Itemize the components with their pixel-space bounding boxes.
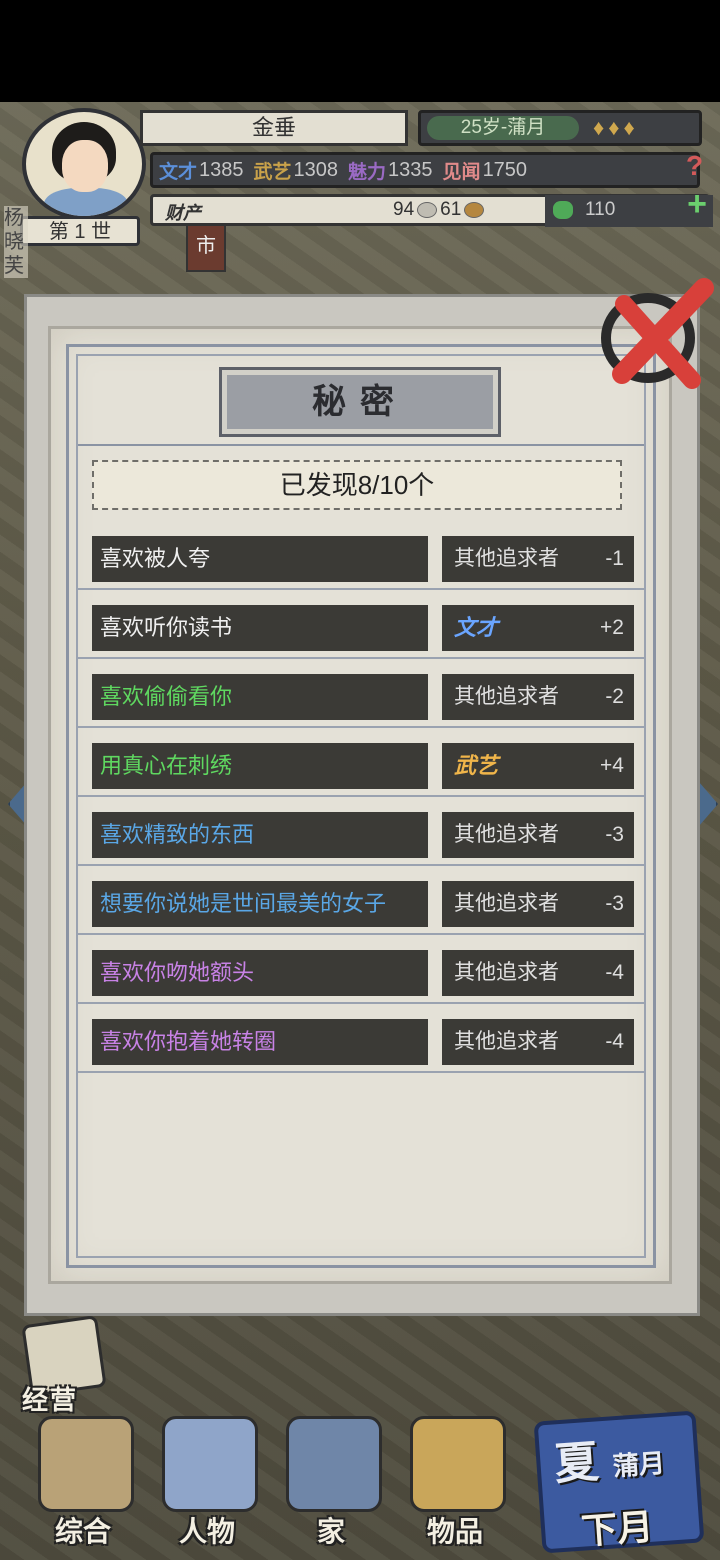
secret-text: 喜欢被人夸: [92, 536, 428, 582]
market-sign[interactable]: 市: [186, 224, 226, 272]
secret-effect: 文才 +2: [442, 605, 634, 651]
next-month-button[interactable]: 夏 蒲月 下月: [533, 1410, 705, 1554]
secret-row: 喜欢被人夸 其他追求者 -1: [78, 528, 644, 590]
help-icon[interactable]: ?: [686, 150, 714, 186]
effect-target: 其他追求者: [454, 961, 559, 984]
stat-value: 1385: [199, 158, 244, 181]
secret-row: 用真心在刺绣 武艺 +4: [78, 735, 644, 797]
secret-effect: 其他追求者 -1: [442, 536, 634, 582]
next-month-label: 下月: [579, 1505, 655, 1552]
nav-home-button[interactable]: 家: [272, 1410, 390, 1550]
stat-item: 见闻 1750: [443, 157, 528, 184]
nav-items-icon: [410, 1416, 506, 1512]
stat-label: 文才: [159, 161, 198, 183]
effect-target: 其他追求者: [454, 823, 559, 846]
effect-value: -2: [605, 685, 624, 708]
month-text: 蒲月: [611, 1447, 666, 1482]
secret-row: 喜欢你吻她额头 其他追求者 -4: [78, 942, 644, 1004]
stat-value: 1335: [388, 158, 433, 181]
secret-effect: 其他追求者 -2: [442, 674, 634, 720]
secret-row: 喜欢你抱着她转圈 其他追求者 -4: [78, 1011, 644, 1073]
money-values: 94 61: [393, 199, 487, 221]
effect-value: -4: [605, 961, 624, 984]
stat-label: 武艺: [253, 161, 292, 183]
effect-target: 武艺: [454, 753, 499, 778]
secret-row: 喜欢偷偷看你 其他追求者 -2: [78, 666, 644, 728]
gold-amount: 61: [440, 199, 462, 220]
effect-value: -3: [605, 823, 624, 846]
nav-general-button[interactable]: 综合: [24, 1410, 142, 1550]
dialog-title: 秘密: [219, 367, 501, 437]
secret-text: 喜欢偷偷看你: [92, 674, 428, 720]
effect-target: 其他追求者: [454, 892, 559, 915]
stat-item: 魅力 1335: [348, 157, 433, 184]
lives-icons: ♦♦♦: [593, 115, 639, 140]
money-label: 财产: [165, 203, 201, 223]
title-divider: [78, 444, 644, 446]
effect-value: -4: [605, 1030, 624, 1053]
secret-row: 想要你说她是世间最美的女子 其他追求者 -3: [78, 873, 644, 935]
nav-items-button[interactable]: 物品: [396, 1410, 514, 1550]
silver-icon: [417, 201, 438, 218]
add-currency-icon[interactable]: +: [687, 187, 707, 221]
generation-badge: 第 1 世: [20, 216, 140, 246]
nav-characters-button[interactable]: 人物: [148, 1410, 266, 1550]
nav-characters-label: 人物: [178, 1516, 235, 1547]
secret-row: 喜欢听你读书 文才 +2: [78, 597, 644, 659]
secret-effect: 其他追求者 -4: [442, 1019, 634, 1065]
nav-characters-icon: [162, 1416, 258, 1512]
secret-effect: 其他追求者 -4: [442, 950, 634, 996]
stats-bar: 文才 1385 武艺 1308 魅力 1335 见闻 1750: [150, 152, 700, 188]
close-icon[interactable]: [596, 276, 716, 396]
secret-text: 喜欢你吻她额头: [92, 950, 428, 996]
effect-value: +2: [600, 616, 624, 639]
age-text: 25岁-蒲月: [427, 116, 579, 140]
gold-coin-icon: [464, 201, 485, 218]
stat-label: 见闻: [442, 161, 481, 183]
effect-target: 其他追求者: [454, 685, 559, 708]
nav-general-icon: [38, 1416, 134, 1512]
nav-home-icon: [286, 1416, 382, 1512]
secret-effect: 其他追求者 -3: [442, 881, 634, 927]
season-text: 夏: [552, 1437, 601, 1490]
effect-value: -1: [605, 547, 624, 570]
secret-text: 喜欢你抱着她转圈: [92, 1019, 428, 1065]
side-name-strip: 杨晓芙: [4, 206, 28, 278]
discovered-count: 已发现8/10个: [92, 460, 622, 510]
effect-target: 其他追求者: [454, 1030, 559, 1053]
silver-amount: 94: [393, 199, 415, 220]
stat-value: 1308: [293, 158, 339, 181]
secret-effect: 武艺 +4: [442, 743, 634, 789]
effect-value: +4: [600, 754, 624, 777]
jade-counter: 110 +: [545, 187, 713, 227]
character-avatar[interactable]: [22, 108, 146, 220]
stat-value: 1750: [482, 158, 528, 181]
age-bar: 25岁-蒲月 ♦♦♦: [418, 110, 702, 146]
character-name: 金垂: [140, 110, 408, 146]
effect-target: 文才: [454, 615, 499, 640]
nav-items-label: 物品: [426, 1516, 483, 1547]
manage-button[interactable]: 经营: [16, 1315, 107, 1416]
jade-amount: 110: [585, 199, 616, 220]
nav-general-label: 综合: [54, 1516, 111, 1547]
money-bar: 财产 94 61 110 +: [150, 187, 713, 227]
secret-text: 喜欢精致的东西: [92, 812, 428, 858]
secret-text: 想要你说她是世间最美的女子: [92, 881, 428, 927]
stat-item: 文才 1385: [159, 157, 244, 184]
secret-text: 喜欢听你读书: [92, 605, 428, 651]
effect-value: -3: [605, 892, 624, 915]
secret-row: 喜欢精致的东西 其他追求者 -3: [78, 804, 644, 866]
stat-item: 武艺 1308: [254, 157, 339, 184]
jade-icon: [553, 201, 573, 219]
secret-text: 用真心在刺绣: [92, 743, 428, 789]
stat-label: 魅力: [348, 161, 387, 183]
secret-effect: 其他追求者 -3: [442, 812, 634, 858]
nav-home-label: 家: [316, 1516, 345, 1547]
effect-target: 其他追求者: [454, 547, 559, 570]
